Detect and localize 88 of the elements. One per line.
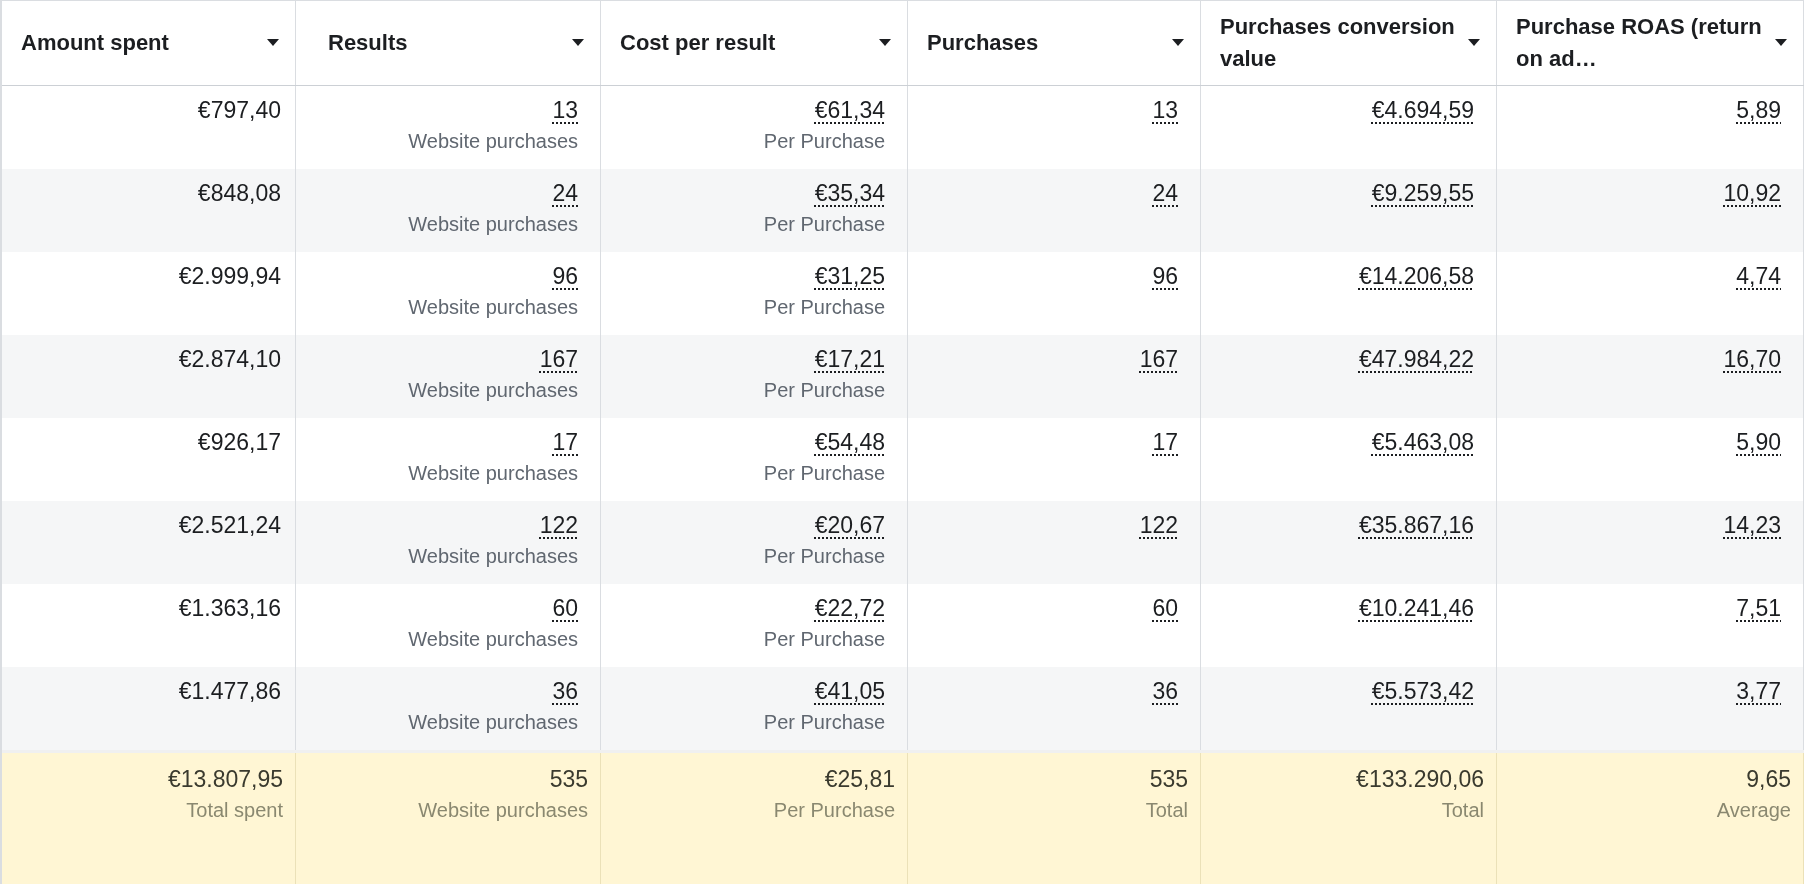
total-caption: Per Purchase bbox=[773, 798, 895, 823]
table-cell: 36 bbox=[552, 677, 578, 705]
table-cell: €4.694,59 bbox=[1371, 96, 1474, 124]
total-caption: Average bbox=[1716, 798, 1791, 823]
table-cell: €2.521,24 bbox=[178, 511, 281, 539]
column-header[interactable]: Results bbox=[328, 27, 408, 59]
table-cell: 3,77 bbox=[1736, 677, 1781, 705]
column-header[interactable]: Cost per result bbox=[620, 27, 776, 59]
table-cell: €797,40 bbox=[197, 96, 281, 124]
table-cell: €31,25 bbox=[814, 262, 885, 290]
total-value: 535 bbox=[549, 765, 588, 793]
table-cell: 24 bbox=[1152, 179, 1178, 207]
column-header[interactable]: Purchase ROAS (return on ad… bbox=[1516, 11, 1767, 75]
table-cell: 13 bbox=[1152, 96, 1178, 124]
cell-caption: Website purchases bbox=[408, 295, 578, 320]
table-cell: €35,34 bbox=[814, 179, 885, 207]
table-cell: 5,89 bbox=[1736, 96, 1781, 124]
table-cell: 17 bbox=[1152, 428, 1178, 456]
total-value: 535 bbox=[1149, 765, 1188, 793]
table-cell: €61,34 bbox=[814, 96, 885, 124]
table-cell: 96 bbox=[1152, 262, 1178, 290]
table-cell: €1.477,86 bbox=[178, 677, 281, 705]
caret-icon[interactable] bbox=[572, 39, 584, 47]
table-cell: €17,21 bbox=[814, 345, 885, 373]
table-cell: 13 bbox=[552, 96, 578, 124]
table-cell: 10,92 bbox=[1723, 179, 1781, 207]
table-cell: 16,70 bbox=[1723, 345, 1781, 373]
caret-icon[interactable] bbox=[1172, 39, 1184, 47]
table-cell: €926,17 bbox=[197, 428, 281, 456]
cell-caption: Per Purchase bbox=[763, 710, 885, 735]
table-cell: 4,74 bbox=[1736, 262, 1781, 290]
cell-caption: Website purchases bbox=[408, 544, 578, 569]
table-cell: €5.463,08 bbox=[1371, 428, 1474, 456]
table-cell: €41,05 bbox=[814, 677, 885, 705]
cell-caption: Per Purchase bbox=[763, 378, 885, 403]
table-cell: 24 bbox=[552, 179, 578, 207]
cell-caption: Website purchases bbox=[408, 627, 578, 652]
total-value: 9,65 bbox=[1746, 765, 1791, 793]
cell-caption: Per Purchase bbox=[763, 544, 885, 569]
table-cell: 60 bbox=[1152, 594, 1178, 622]
total-caption: Website purchases bbox=[418, 798, 588, 823]
cell-caption: Per Purchase bbox=[763, 461, 885, 486]
table-cell: €2.999,94 bbox=[178, 262, 281, 290]
total-caption: Total bbox=[1441, 798, 1484, 823]
table-cell: 122 bbox=[1139, 511, 1178, 539]
table-cell: 60 bbox=[552, 594, 578, 622]
table-cell: €848,08 bbox=[197, 179, 281, 207]
caret-icon[interactable] bbox=[879, 39, 891, 47]
cell-caption: Per Purchase bbox=[763, 295, 885, 320]
table-cell: €22,72 bbox=[814, 594, 885, 622]
cell-caption: Per Purchase bbox=[763, 627, 885, 652]
table-cell: €47.984,22 bbox=[1358, 345, 1474, 373]
cell-caption: Website purchases bbox=[408, 378, 578, 403]
table-cell: €35.867,16 bbox=[1358, 511, 1474, 539]
table-cell: 5,90 bbox=[1736, 428, 1781, 456]
caret-icon[interactable] bbox=[1468, 39, 1480, 47]
table-cell: €10.241,46 bbox=[1358, 594, 1474, 622]
table-cell: 14,23 bbox=[1723, 511, 1781, 539]
table-cell: 7,51 bbox=[1736, 594, 1781, 622]
total-value: €133.290,06 bbox=[1356, 765, 1484, 793]
table-cell: €9.259,55 bbox=[1371, 179, 1474, 207]
caret-icon[interactable] bbox=[267, 39, 279, 47]
table-cell: 36 bbox=[1152, 677, 1178, 705]
table-cell: €54,48 bbox=[814, 428, 885, 456]
cell-caption: Website purchases bbox=[408, 461, 578, 486]
table-cell: €1.363,16 bbox=[178, 594, 281, 622]
column-header[interactable]: Purchases conversion value bbox=[1220, 11, 1460, 75]
table-cell: 167 bbox=[539, 345, 578, 373]
table-cell: 17 bbox=[552, 428, 578, 456]
table-cell: €5.573,42 bbox=[1371, 677, 1474, 705]
table-cell: €14.206,58 bbox=[1358, 262, 1474, 290]
table-cell: €20,67 bbox=[814, 511, 885, 539]
cell-caption: Website purchases bbox=[408, 129, 578, 154]
cell-caption: Website purchases bbox=[408, 710, 578, 735]
cell-caption: Per Purchase bbox=[763, 129, 885, 154]
table-cell: €2.874,10 bbox=[178, 345, 281, 373]
total-value: €13.807,95 bbox=[167, 765, 283, 793]
table-cell: 122 bbox=[539, 511, 578, 539]
total-caption: Total spent bbox=[186, 798, 283, 823]
table-cell: 167 bbox=[1139, 345, 1178, 373]
table-cell: 96 bbox=[552, 262, 578, 290]
caret-icon[interactable] bbox=[1775, 39, 1787, 47]
column-header[interactable]: Amount spent bbox=[21, 27, 169, 59]
total-value: €25,81 bbox=[824, 765, 895, 793]
column-header[interactable]: Purchases bbox=[927, 27, 1039, 59]
cell-caption: Per Purchase bbox=[763, 212, 885, 237]
total-caption: Total bbox=[1145, 798, 1188, 823]
cell-caption: Website purchases bbox=[408, 212, 578, 237]
